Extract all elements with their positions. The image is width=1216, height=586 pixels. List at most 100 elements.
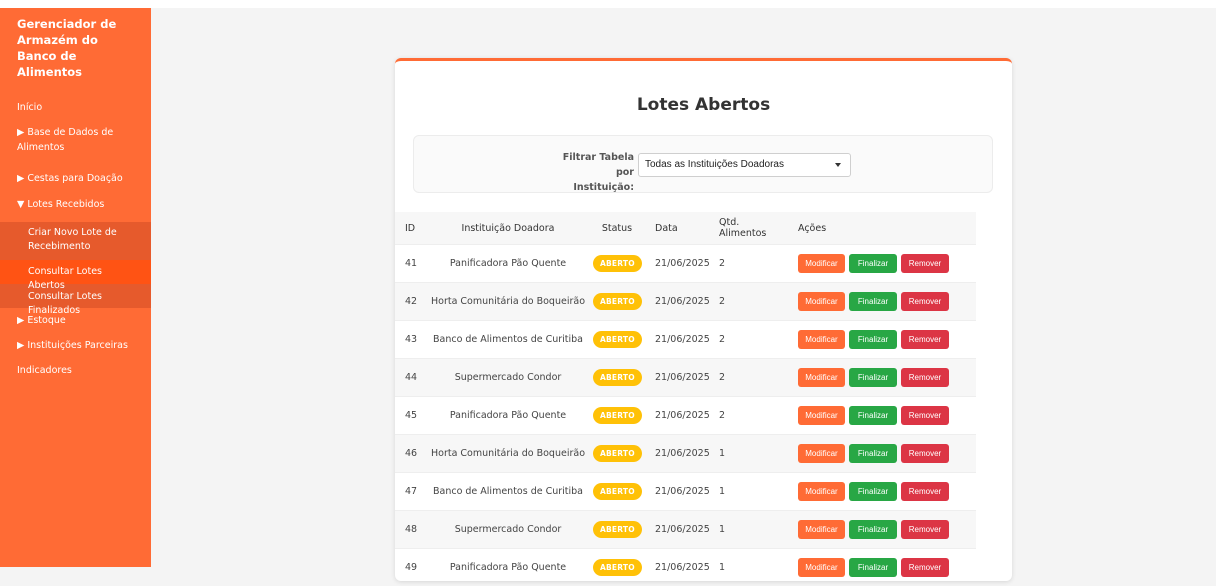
cell-qtd: 2: [719, 334, 726, 345]
status-badge: ABERTO: [593, 293, 642, 310]
remove-button[interactable]: Remover: [901, 254, 949, 273]
header-data: Data: [655, 222, 678, 234]
status-badge: ABERTO: [593, 255, 642, 272]
status-badge: ABERTO: [593, 559, 642, 576]
lotes-submenu: Criar Novo Lote de Recebimento Consultar…: [0, 222, 151, 316]
status-badge: ABERTO: [593, 331, 642, 348]
sidebar-item-inicio[interactable]: Início: [0, 100, 151, 123]
modify-button[interactable]: Modificar: [798, 406, 845, 425]
cell-qtd: 1: [719, 524, 726, 535]
cell-instituicao: Supermercado Condor: [454, 372, 562, 383]
finalize-button[interactable]: Finalizar: [849, 520, 897, 539]
cell-instituicao: Horta Comunitária do Boqueirão: [431, 296, 586, 307]
cell-id: 43: [405, 334, 418, 345]
header-acoes: Ações: [798, 222, 827, 234]
sidebar-item-cestas[interactable]: ▶ Cestas para Doação: [0, 171, 151, 197]
cell-id: 48: [405, 524, 418, 535]
cell-id: 44: [405, 372, 418, 383]
sidebar: Gerenciador de Armazém do Banco de Alime…: [0, 8, 151, 567]
modify-button[interactable]: Modificar: [798, 558, 845, 577]
cell-data: 21/06/2025: [655, 486, 710, 497]
table-row: 42 Horta Comunitária do Boqueirão ABERTO…: [395, 282, 976, 320]
finalize-button[interactable]: Finalizar: [849, 444, 897, 463]
caret-down-icon: [835, 163, 841, 167]
remove-button[interactable]: Remover: [901, 406, 949, 425]
cell-instituicao: Banco de Alimentos de Curitiba: [432, 486, 584, 497]
modify-button[interactable]: Modificar: [798, 482, 845, 501]
header-qtd: Qtd. Alimentos: [719, 217, 767, 239]
status-badge: ABERTO: [593, 445, 642, 462]
remove-button[interactable]: Remover: [901, 292, 949, 311]
cell-qtd: 2: [719, 410, 726, 421]
finalize-button[interactable]: Finalizar: [849, 254, 897, 273]
sidebar-item-base-de-dados[interactable]: ▶ Base de Dados de Alimentos: [0, 123, 151, 171]
table-row: 47 Banco de Alimentos de Curitiba ABERTO…: [395, 472, 976, 510]
finalize-button[interactable]: Finalizar: [849, 330, 897, 349]
page-title: Lotes Abertos: [636, 95, 771, 115]
status-badge: ABERTO: [593, 369, 642, 386]
filter-panel: Filtrar Tabela por Instituição: Todas as…: [413, 135, 993, 193]
cell-qtd: 1: [719, 448, 726, 459]
finalize-button[interactable]: Finalizar: [849, 406, 897, 425]
cell-qtd: 1: [719, 562, 726, 573]
finalize-button[interactable]: Finalizar: [849, 482, 897, 501]
sidebar-item-instituicoes[interactable]: ▶ Instituições Parceiras: [0, 338, 151, 363]
table-row: 49 Panificadora Pão Quente ABERTO 21/06/…: [395, 548, 976, 586]
cell-data: 21/06/2025: [655, 448, 710, 459]
table-row: 44 Supermercado Condor ABERTO 21/06/2025…: [395, 358, 976, 396]
status-badge: ABERTO: [593, 521, 642, 538]
cell-data: 21/06/2025: [655, 296, 710, 307]
cell-qtd: 2: [719, 296, 726, 307]
app-brand: Gerenciador de Armazém do Banco de Alime…: [17, 17, 117, 79]
cell-id: 41: [405, 258, 418, 269]
cell-id: 46: [405, 448, 418, 459]
top-bar: [0, 0, 1216, 8]
modify-button[interactable]: Modificar: [798, 254, 845, 273]
finalize-button[interactable]: Finalizar: [849, 558, 897, 577]
sidebar-item-lotes-recebidos[interactable]: ▼ Lotes Recebidos: [0, 197, 151, 222]
remove-button[interactable]: Remover: [901, 444, 949, 463]
cell-data: 21/06/2025: [655, 562, 710, 573]
cell-qtd: 1: [719, 486, 726, 497]
sidebar-subitem-criar-lote[interactable]: Criar Novo Lote de Recebimento: [0, 222, 151, 260]
status-badge: ABERTO: [593, 407, 642, 424]
remove-button[interactable]: Remover: [901, 482, 949, 501]
institution-filter-select[interactable]: Todas as Instituições Doadoras: [638, 153, 851, 177]
cell-id: 49: [405, 562, 418, 573]
cell-data: 21/06/2025: [655, 258, 710, 269]
cell-id: 45: [405, 410, 418, 421]
finalize-button[interactable]: Finalizar: [849, 292, 897, 311]
table-row: 43 Banco de Alimentos de Curitiba ABERTO…: [395, 320, 976, 358]
header-status: Status: [601, 222, 633, 234]
lotes-card: Lotes Abertos Filtrar Tabela por Institu…: [395, 58, 1012, 581]
cell-id: 47: [405, 486, 418, 497]
status-badge: ABERTO: [593, 483, 642, 500]
cell-qtd: 2: [719, 258, 726, 269]
cell-data: 21/06/2025: [655, 372, 710, 383]
cell-data: 21/06/2025: [655, 334, 710, 345]
cell-instituicao: Panificadora Pão Quente: [449, 258, 567, 269]
cell-qtd: 2: [719, 372, 726, 383]
remove-button[interactable]: Remover: [901, 558, 949, 577]
table-row: 46 Horta Comunitária do Boqueirão ABERTO…: [395, 434, 976, 472]
modify-button[interactable]: Modificar: [798, 444, 845, 463]
cell-instituicao: Banco de Alimentos de Curitiba: [432, 334, 584, 345]
sidebar-subitem-lotes-abertos[interactable]: Consultar Lotes Abertos: [0, 260, 151, 291]
sidebar-item-indicadores[interactable]: Indicadores: [0, 363, 151, 383]
sidebar-subitem-lotes-finalizados[interactable]: Consultar Lotes Finalizados: [0, 284, 151, 316]
modify-button[interactable]: Modificar: [798, 520, 845, 539]
header-id: ID: [405, 222, 416, 234]
remove-button[interactable]: Remover: [901, 368, 949, 387]
cell-instituicao: Supermercado Condor: [454, 524, 562, 535]
modify-button[interactable]: Modificar: [798, 368, 845, 387]
header-instituicao: Instituição Doadora: [461, 222, 555, 234]
modify-button[interactable]: Modificar: [798, 330, 845, 349]
cell-instituicao: Panificadora Pão Quente: [449, 562, 567, 573]
remove-button[interactable]: Remover: [901, 330, 949, 349]
modify-button[interactable]: Modificar: [798, 292, 845, 311]
finalize-button[interactable]: Finalizar: [849, 368, 897, 387]
cell-id: 42: [405, 296, 418, 307]
cell-instituicao: Horta Comunitária do Boqueirão: [431, 448, 586, 459]
remove-button[interactable]: Remover: [901, 520, 949, 539]
filter-selected-value: Todas as Instituições Doadoras: [645, 159, 784, 170]
